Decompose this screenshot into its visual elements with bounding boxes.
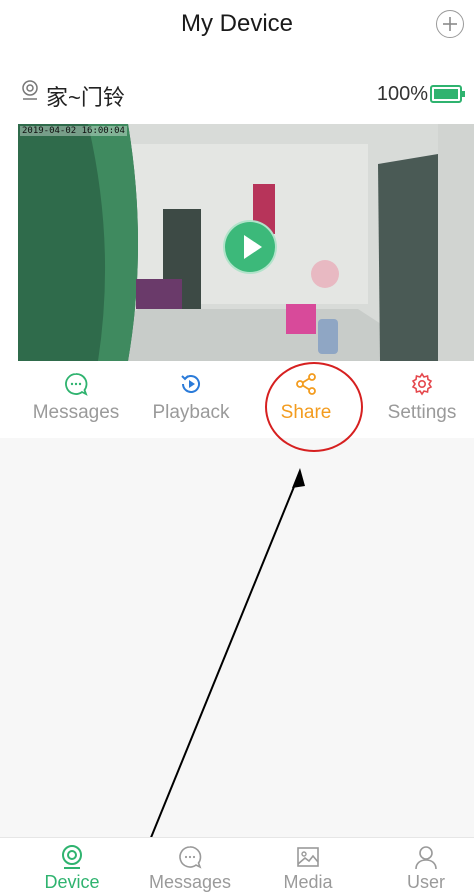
tab-messages[interactable]: Messages — [131, 838, 249, 895]
tab-media-label: Media — [283, 872, 333, 892]
tab-user[interactable]: User — [367, 838, 474, 895]
camera-icon — [62, 845, 82, 869]
tab-media[interactable]: Media — [249, 838, 367, 895]
image-icon — [297, 847, 319, 867]
tab-device-label: Device — [44, 872, 100, 892]
chat-bubble-icon — [179, 846, 202, 869]
user-icon — [415, 846, 437, 870]
annotation-arrow — [127, 468, 305, 894]
tab-messages-label: Messages — [148, 872, 232, 892]
bottom-tab-bar: Device Messages Media User — [0, 837, 474, 895]
tab-user-label: User — [406, 872, 445, 892]
tab-device[interactable]: Device — [13, 838, 131, 895]
